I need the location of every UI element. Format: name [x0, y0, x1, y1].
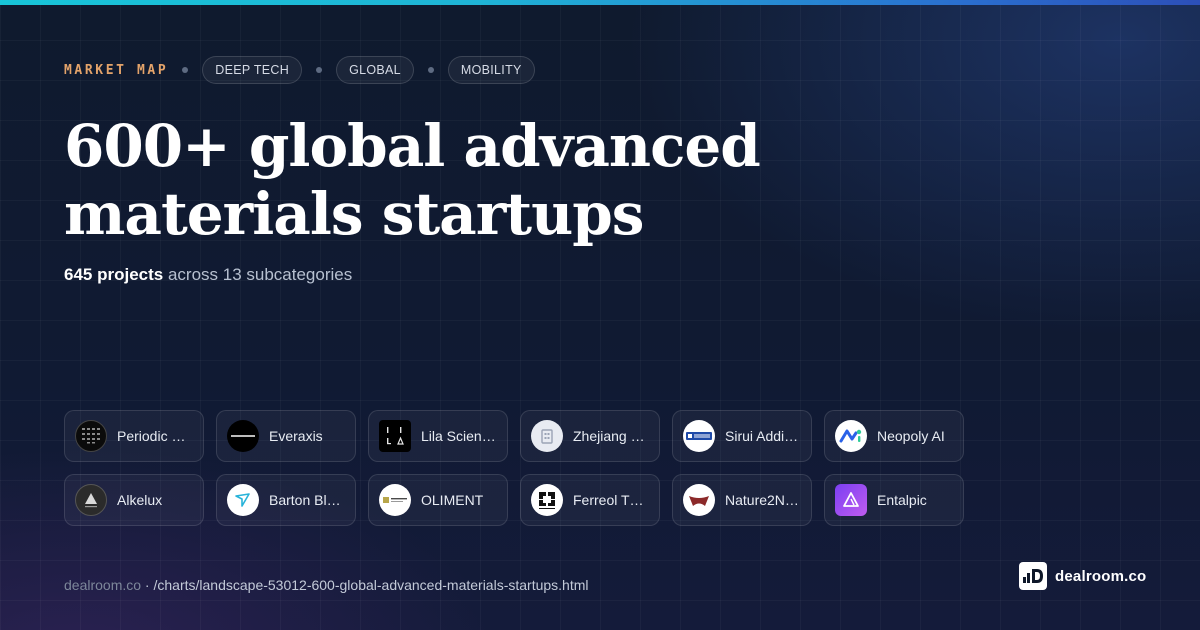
company-name: Entalpic	[877, 492, 927, 508]
neopoly-logo-icon	[835, 420, 867, 452]
company-name: Barton Bl…	[269, 492, 341, 508]
company-name: OLIMENT	[421, 492, 484, 508]
company-card-neopoly[interactable]: Neopoly AI	[824, 410, 964, 462]
company-card-everaxis[interactable]: Everaxis	[216, 410, 356, 462]
company-name: Periodic …	[117, 428, 186, 444]
barton-logo-icon	[227, 484, 259, 516]
company-card-ferreol[interactable]: Ferreol T…	[520, 474, 660, 526]
background-grid	[0, 0, 1200, 630]
source-domain: dealroom.co	[64, 577, 142, 593]
company-name: Zhejiang …	[573, 428, 645, 444]
company-grid: Periodic … Everaxis Lila Scien… Zhejiang…	[64, 410, 964, 526]
source-link[interactable]: dealroom.co · /charts/landscape-53012-60…	[64, 577, 589, 593]
tag-row: MARKET MAP DEEP TECH GLOBAL MOBILITY	[64, 56, 535, 84]
company-card-zhejiang[interactable]: Zhejiang …	[520, 410, 660, 462]
company-card-entalpic[interactable]: Entalpic	[824, 474, 964, 526]
separator-dot	[182, 67, 189, 73]
top-accent-bar	[0, 0, 1200, 5]
company-name: Neopoly AI	[877, 428, 945, 444]
dealroom-logo-icon	[1019, 562, 1047, 590]
company-name: Lila Scien…	[421, 428, 496, 444]
brand-logo[interactable]: dealroom.co	[1019, 562, 1146, 590]
company-name: Ferreol T…	[573, 492, 644, 508]
tag-deep-tech[interactable]: DEEP TECH	[202, 56, 303, 84]
company-name: Sirui Addi…	[725, 428, 799, 444]
page-title: 600+ global advanced materials startups	[64, 112, 761, 248]
entalpic-logo-icon	[835, 484, 867, 516]
company-name: Nature2N…	[725, 492, 799, 508]
company-card-periodic[interactable]: Periodic …	[64, 410, 204, 462]
company-card-lila[interactable]: Lila Scien…	[368, 410, 508, 462]
lila-logo-icon	[379, 420, 411, 452]
everaxis-logo-icon	[227, 420, 259, 452]
brand-name: dealroom.co	[1055, 567, 1147, 585]
tag-mobility[interactable]: MOBILITY	[447, 56, 535, 84]
ferreol-logo-icon	[531, 484, 563, 516]
zhejiang-logo-icon	[531, 420, 563, 452]
company-card-nature2n[interactable]: Nature2N…	[672, 474, 812, 526]
separator-dot	[316, 67, 323, 73]
project-count: 645 projects	[64, 265, 164, 284]
nature2n-logo-icon	[683, 484, 715, 516]
periodic-logo-icon	[75, 420, 107, 452]
sirui-logo-icon	[683, 420, 715, 452]
company-name: Alkelux	[117, 492, 163, 508]
company-card-alkelux[interactable]: Alkelux	[64, 474, 204, 526]
separator-dot	[427, 67, 434, 73]
subcategory-text: across 13 subcategories	[167, 265, 353, 284]
oliment-logo-icon	[379, 484, 411, 516]
tag-global[interactable]: GLOBAL	[336, 56, 414, 84]
company-card-sirui[interactable]: Sirui Addi…	[672, 410, 812, 462]
source-separator: ·	[141, 577, 154, 593]
source-path: /charts/landscape-53012-600-global-advan…	[153, 577, 589, 593]
company-name: Everaxis	[269, 428, 323, 444]
alkelux-logo-icon	[75, 484, 107, 516]
kicker-label: MARKET MAP	[64, 62, 169, 78]
page-subtitle: 645 projects across 13 subcategories	[64, 265, 352, 285]
company-card-oliment[interactable]: OLIMENT	[368, 474, 508, 526]
company-card-barton[interactable]: Barton Bl…	[216, 474, 356, 526]
